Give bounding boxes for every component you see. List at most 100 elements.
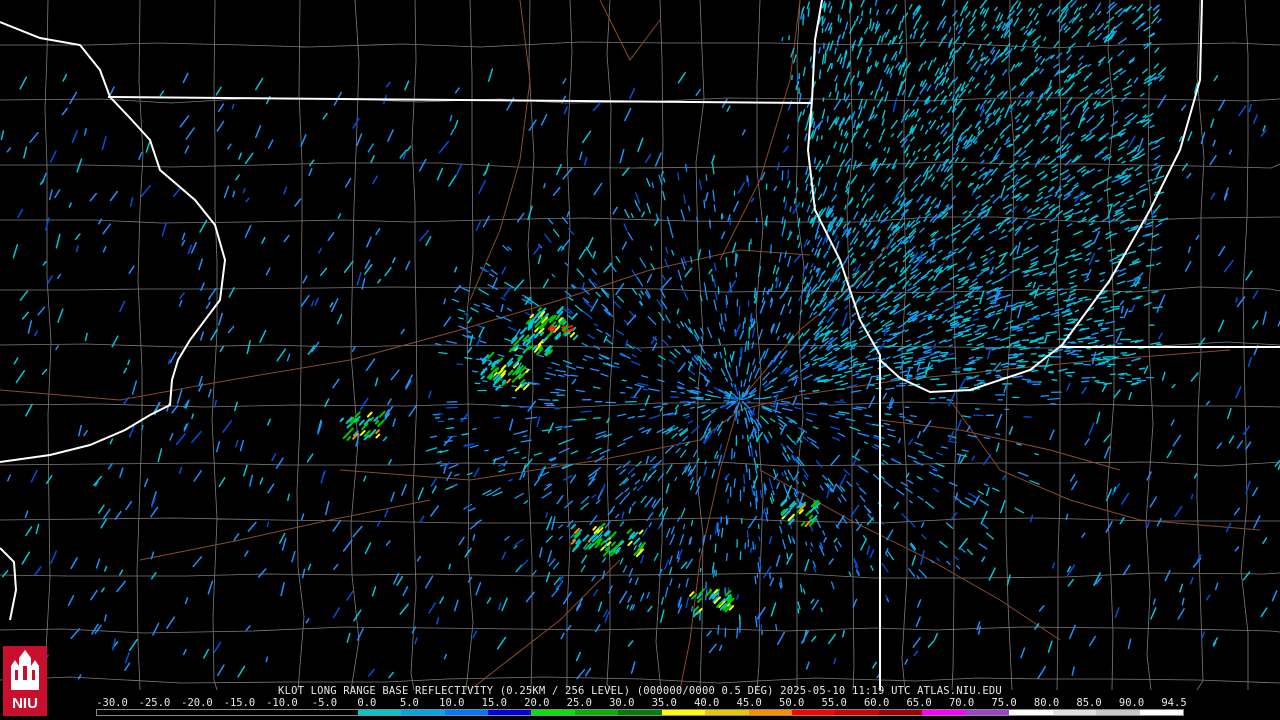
echo-streak xyxy=(835,82,838,92)
echo-streak xyxy=(843,92,846,101)
echo-streak xyxy=(472,427,477,430)
echo-streak xyxy=(621,379,627,382)
echo-streak xyxy=(554,407,561,410)
colorbar-segment xyxy=(792,710,836,715)
echo-streak xyxy=(639,408,645,411)
echo-streak xyxy=(731,448,733,460)
echo-streak xyxy=(930,378,940,381)
echo-streak xyxy=(823,5,826,12)
colorbar-tick-label: 30.0 xyxy=(609,697,635,709)
echo-streak xyxy=(799,389,806,393)
echo-streak xyxy=(895,366,901,369)
echo-streak xyxy=(936,383,948,386)
echo-streak xyxy=(996,376,1002,379)
echo-streak xyxy=(1107,365,1112,368)
colorbar-tick-label: 94.5 xyxy=(1161,697,1187,709)
colorbar-tick-label: 70.0 xyxy=(948,697,975,709)
colorbar xyxy=(96,709,1184,716)
colorbar-segment xyxy=(661,710,706,715)
echo-streak xyxy=(748,468,751,481)
echo-streak xyxy=(705,174,708,181)
echo-streak xyxy=(1015,344,1021,347)
echo-streak xyxy=(1067,341,1075,344)
colorbar-segment xyxy=(965,710,1010,715)
echo-streak xyxy=(896,349,902,352)
colorbar-tick-label: 25.0 xyxy=(566,697,592,709)
echo-streak xyxy=(869,7,872,15)
echo-streak xyxy=(809,548,812,553)
echo-streak xyxy=(807,7,810,17)
echo-streak xyxy=(626,386,633,389)
echo-streak xyxy=(703,199,706,209)
echo-streak xyxy=(826,115,829,123)
echo-streak xyxy=(680,391,685,394)
echo-streak xyxy=(1190,493,1194,500)
echo-streak xyxy=(758,535,761,542)
echo-streak xyxy=(913,363,920,366)
echo-streak xyxy=(860,105,863,111)
echo-streak xyxy=(781,170,784,181)
echo-streak xyxy=(923,346,931,350)
echo-streak xyxy=(977,382,983,385)
colorbar-tick-label: 20.0 xyxy=(524,697,550,709)
echo-streak xyxy=(769,571,771,580)
echo-streak xyxy=(463,444,471,447)
echo-streak xyxy=(834,47,837,55)
echo-streak xyxy=(747,434,749,442)
echo-streak xyxy=(837,14,840,22)
echo-streak xyxy=(816,380,826,383)
echo-streak xyxy=(725,552,728,562)
colorbar-segment xyxy=(357,710,402,715)
echo-streak xyxy=(742,321,745,330)
echo-streak xyxy=(966,343,973,346)
echo-streak xyxy=(945,357,957,360)
echo-streak xyxy=(1037,341,1046,344)
echo-streak xyxy=(689,406,695,409)
echo-streak xyxy=(830,63,833,70)
echo-streak xyxy=(484,449,489,452)
colorbar-tick-label: 90.0 xyxy=(1118,697,1145,709)
echo-streak xyxy=(738,357,741,367)
echo-streak xyxy=(704,460,707,465)
echo-streak xyxy=(934,359,941,362)
echo-streak xyxy=(783,196,786,203)
echo-streak xyxy=(965,368,977,371)
echo-streak xyxy=(1038,284,1044,287)
echo-streak xyxy=(750,312,753,319)
echo-streak xyxy=(471,370,479,373)
echo-streak xyxy=(1235,297,1238,303)
echo-streak xyxy=(775,623,778,631)
echo-streak xyxy=(708,249,711,260)
echo-streak xyxy=(1068,282,1075,285)
echo-streak xyxy=(1034,453,1039,456)
colorbar-segment xyxy=(314,710,358,715)
colorbar-tick-label: -5.0 xyxy=(311,697,338,709)
echo-streak xyxy=(519,406,531,409)
echo-streak xyxy=(789,230,791,235)
echo-streak xyxy=(698,548,701,553)
echo-streak xyxy=(456,363,464,366)
colorbar-ticks: -30.0 -25.0 -20.0 -15.0 -10.0 -5.0 0.0 5.0 10.0 1… xyxy=(0,697,1280,709)
echo-streak xyxy=(721,213,724,219)
echo-streak xyxy=(733,478,736,488)
colorbar-segment xyxy=(574,710,619,715)
colorbar-segment xyxy=(444,710,488,715)
echo-streak xyxy=(563,329,569,333)
echo-streak xyxy=(796,234,799,241)
echo-streak xyxy=(893,361,903,364)
echo-streak xyxy=(894,267,898,273)
echo-streak xyxy=(538,398,551,401)
echo-streak xyxy=(1125,290,1133,293)
echo-streak xyxy=(813,157,817,164)
echo-streak xyxy=(754,575,757,585)
echo-streak xyxy=(861,10,864,17)
echo-streak xyxy=(743,474,746,485)
echo-streak xyxy=(816,135,819,142)
echo-streak xyxy=(723,453,726,459)
echo-streak xyxy=(543,183,546,189)
echo-streak xyxy=(976,324,986,327)
colorbar-tick-label: -25.0 xyxy=(138,697,171,709)
echo-streak xyxy=(884,413,892,416)
echo-streak xyxy=(1073,362,1084,365)
echo-streak xyxy=(1067,318,1074,321)
